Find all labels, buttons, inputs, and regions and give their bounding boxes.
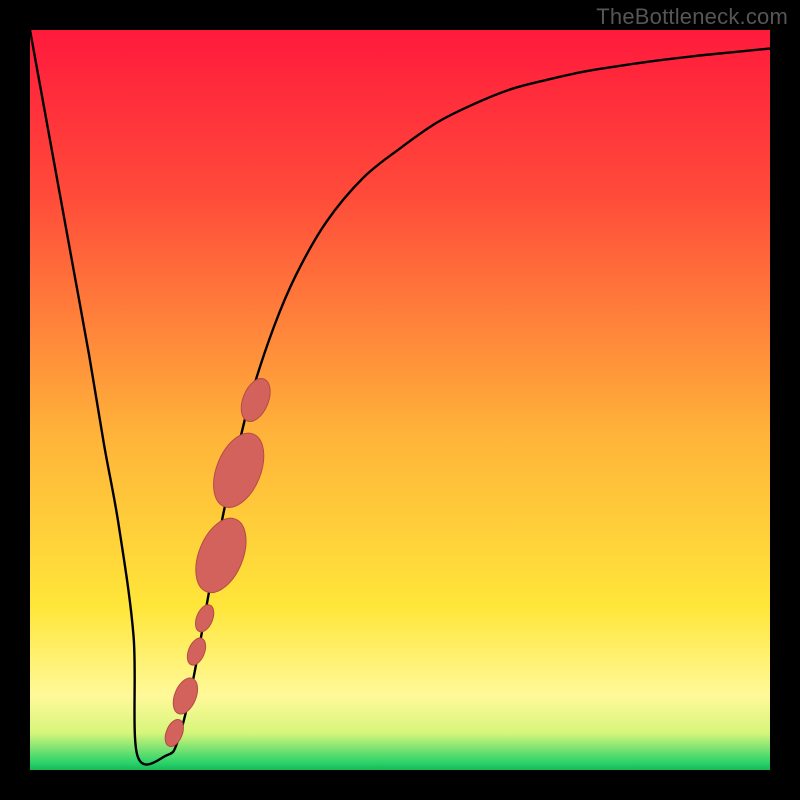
- plot-area: [30, 30, 770, 770]
- bottleneck-curve: [30, 30, 770, 765]
- curve-marker: [192, 602, 217, 634]
- curve-marker: [186, 511, 256, 600]
- curve-marker: [204, 426, 274, 515]
- curve-marker: [168, 674, 202, 717]
- chart-frame: TheBottleneck.com: [0, 0, 800, 800]
- curve-marker: [236, 374, 276, 425]
- curve-markers: [162, 374, 276, 749]
- curve-marker: [184, 635, 209, 667]
- curve-layer: [30, 30, 770, 770]
- watermark-text: TheBottleneck.com: [596, 4, 788, 30]
